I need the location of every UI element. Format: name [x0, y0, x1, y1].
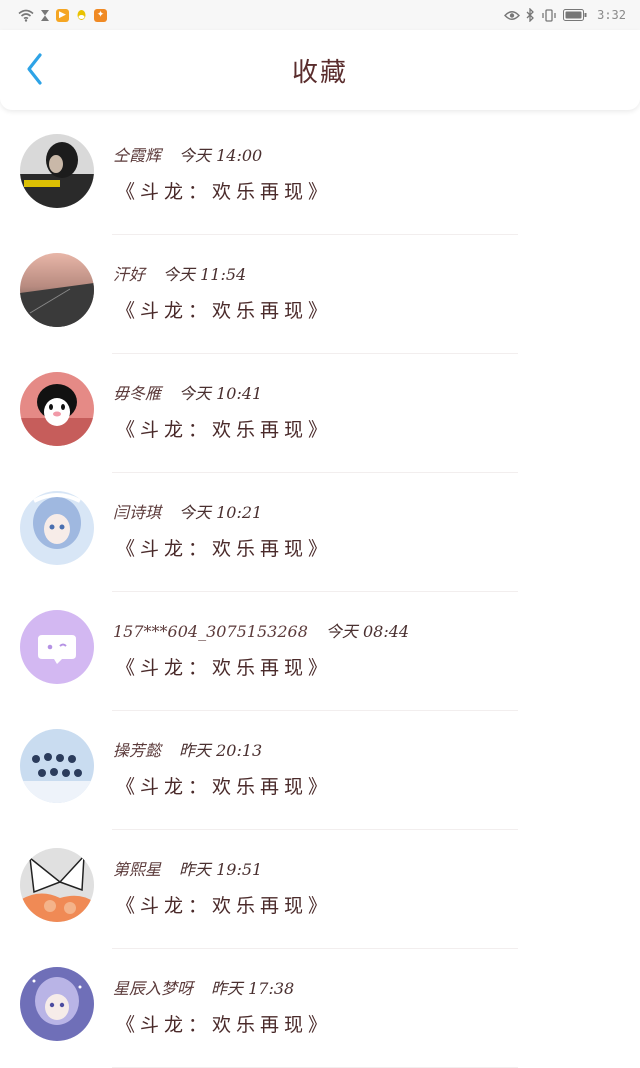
item-meta: 第熙星 昨天 19:51 — [113, 856, 262, 880]
avatar[interactable] — [20, 491, 94, 565]
user-name: 毋冬雁 — [113, 384, 162, 403]
favorites-list: 仝霞辉 今天 14:00 《斗龙：欢乐再现》 汗好 今天 11:54 《斗龙：欢乐再… — [0, 116, 640, 1068]
status-time: 3:32 — [597, 8, 626, 22]
battery-icon — [563, 9, 587, 21]
item-time: 今天 11:54 — [163, 265, 247, 284]
item-meta: 157***604_3075153268 今天 08:44 — [113, 618, 409, 642]
status-bar: ▶ ✦ 3:32 — [0, 0, 640, 30]
item-meta: 星辰入梦呀 昨天 17:38 — [113, 975, 294, 999]
user-name: 157***604_3075153268 — [113, 622, 308, 641]
list-item[interactable]: 闫诗琪 今天 10:21 《斗龙：欢乐再现》 — [0, 473, 640, 592]
item-time: 昨天 17:38 — [211, 979, 295, 998]
list-item[interactable]: 汗好 今天 11:54 《斗龙：欢乐再现》 — [0, 235, 640, 354]
chevron-left-icon — [25, 52, 45, 90]
item-time: 今天 08:44 — [325, 622, 410, 641]
item-meta: 汗好 今天 11:54 — [113, 261, 246, 285]
back-button[interactable] — [18, 52, 52, 90]
avatar[interactable] — [20, 848, 94, 922]
avatar[interactable] — [20, 967, 94, 1041]
item-time: 今天 14:00 — [179, 146, 263, 165]
user-name: 仝霞辉 — [113, 146, 162, 165]
user-name: 汗好 — [113, 265, 146, 284]
work-title: 《斗龙：欢乐再现》 — [116, 776, 333, 798]
work-title: 《斗龙：欢乐再现》 — [116, 657, 333, 679]
item-meta: 仝霞辉 今天 14:00 — [113, 142, 262, 166]
item-time: 今天 10:41 — [179, 384, 263, 403]
avatar[interactable] — [20, 372, 94, 446]
list-item[interactable]: 毋冬雁 今天 10:41 《斗龙：欢乐再现》 — [0, 354, 640, 473]
video-app-icon: ▶ — [56, 8, 69, 22]
user-name: 闫诗琪 — [113, 503, 162, 522]
accessibility-app-icon: ✦ — [94, 8, 107, 22]
item-time: 昨天 19:51 — [179, 860, 263, 879]
page-title: 收藏 — [291, 57, 348, 88]
bluetooth-icon — [526, 8, 535, 22]
list-item[interactable]: 星辰入梦呀 昨天 17:38 《斗龙：欢乐再现》 — [0, 949, 640, 1068]
avatar[interactable] — [20, 729, 94, 803]
header: 收藏 — [0, 30, 640, 110]
user-name: 第熙星 — [113, 860, 162, 879]
item-meta: 毋冬雁 今天 10:41 — [113, 380, 262, 404]
list-item[interactable]: 仝霞辉 今天 14:00 《斗龙：欢乐再现》 — [0, 116, 640, 235]
avatar[interactable] — [20, 253, 94, 327]
item-time: 今天 10:21 — [179, 503, 263, 522]
qq-app-icon — [75, 9, 88, 22]
user-name: 星辰入梦呀 — [113, 979, 194, 998]
avatar[interactable] — [20, 610, 94, 684]
hourglass-icon — [40, 9, 50, 22]
work-title: 《斗龙：欢乐再现》 — [116, 538, 333, 560]
work-title: 《斗龙：欢乐再现》 — [116, 181, 333, 203]
item-time: 昨天 20:13 — [179, 741, 263, 760]
wifi-icon — [18, 9, 34, 22]
list-item[interactable]: 157***604_3075153268 今天 08:44 《斗龙：欢乐再现》 — [0, 592, 640, 711]
eye-icon — [504, 10, 521, 21]
work-title: 《斗龙：欢乐再现》 — [116, 300, 333, 322]
work-title: 《斗龙：欢乐再现》 — [116, 895, 333, 917]
list-item[interactable]: 操芳懿 昨天 20:13 《斗龙：欢乐再现》 — [0, 711, 640, 830]
vibrate-icon — [541, 8, 557, 22]
list-item[interactable]: 第熙星 昨天 19:51 《斗龙：欢乐再现》 — [0, 830, 640, 949]
user-name: 操芳懿 — [113, 741, 162, 760]
work-title: 《斗龙：欢乐再现》 — [116, 419, 333, 441]
item-meta: 操芳懿 昨天 20:13 — [113, 737, 262, 761]
item-meta: 闫诗琪 今天 10:21 — [113, 499, 262, 523]
avatar[interactable] — [20, 134, 94, 208]
